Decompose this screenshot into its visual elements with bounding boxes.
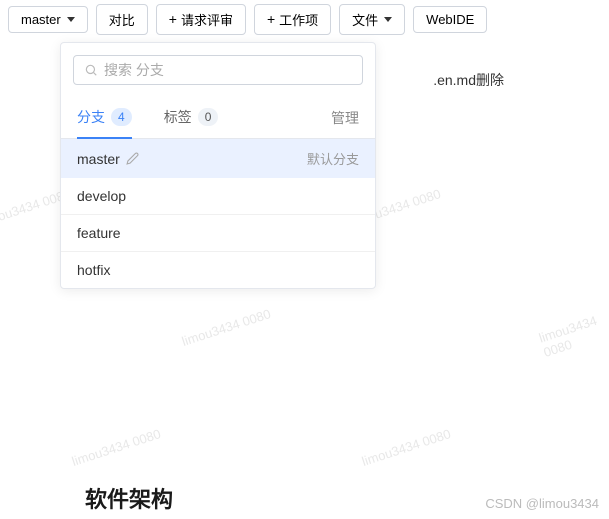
compare-button[interactable]: 对比 [96,4,148,35]
section-heading-wrap: 软件架构 [85,482,173,514]
watermark: limou3434 0080 [537,310,609,360]
branch-name: hotfix [77,262,359,278]
branch-list: master 默认分支 develop feature hotfix [61,139,375,288]
branch-name-text: develop [77,188,126,204]
tab-tags-count: 0 [198,108,219,126]
credit-text: CSDN @limou3434 [485,496,599,511]
branch-name: master [77,151,307,167]
branch-selector-button[interactable]: master [8,6,88,33]
commit-row-fragment: .en.md删除 [433,70,504,90]
search-input[interactable] [104,62,352,78]
edit-icon[interactable] [126,152,139,165]
work-item-label: 工作项 [279,10,318,29]
watermark: limou3434 0080 [70,426,163,469]
files-button[interactable]: 文件 [339,4,405,35]
default-branch-badge: 默认分支 [307,149,359,168]
watermark: limou3434 0080 [180,306,273,349]
branch-name-text: hotfix [77,262,110,278]
caret-down-icon [67,17,75,22]
request-review-button[interactable]: + 请求评审 [156,4,246,35]
branch-item-hotfix[interactable]: hotfix [61,252,375,288]
branch-name: develop [77,188,359,204]
branch-name-text: master [77,151,120,167]
search-box[interactable] [73,55,363,85]
toolbar: master 对比 + 请求评审 + 工作项 文件 WebIDE [0,0,609,38]
branch-item-feature[interactable]: feature [61,215,375,251]
branch-dropdown: 分支 4 标签 0 管理 master 默认分支 develop [60,42,376,289]
request-review-label: 请求评审 [181,10,233,29]
webide-button[interactable]: WebIDE [413,6,487,33]
branch-name: feature [77,225,359,241]
tab-manage[interactable]: 管理 [331,98,359,138]
section-title: 软件架构 [85,482,173,514]
tab-branches-label: 分支 [77,107,105,127]
branch-item-develop[interactable]: develop [61,178,375,214]
branch-selector-label: master [21,12,61,27]
tab-branches[interactable]: 分支 4 [77,97,132,139]
plus-icon: + [169,11,177,27]
branch-search-wrap [61,43,375,97]
files-label: 文件 [352,10,378,29]
search-icon [84,63,98,77]
watermark: limou3434 0080 [360,426,453,469]
tab-branches-count: 4 [111,108,132,126]
branch-item-master[interactable]: master 默认分支 [61,139,375,178]
tab-tags[interactable]: 标签 0 [164,97,219,139]
dropdown-tabs: 分支 4 标签 0 管理 [61,97,375,139]
caret-down-icon [384,17,392,22]
branch-name-text: feature [77,225,121,241]
tab-tags-label: 标签 [164,107,192,127]
work-item-button[interactable]: + 工作项 [254,4,331,35]
plus-icon: + [267,11,275,27]
